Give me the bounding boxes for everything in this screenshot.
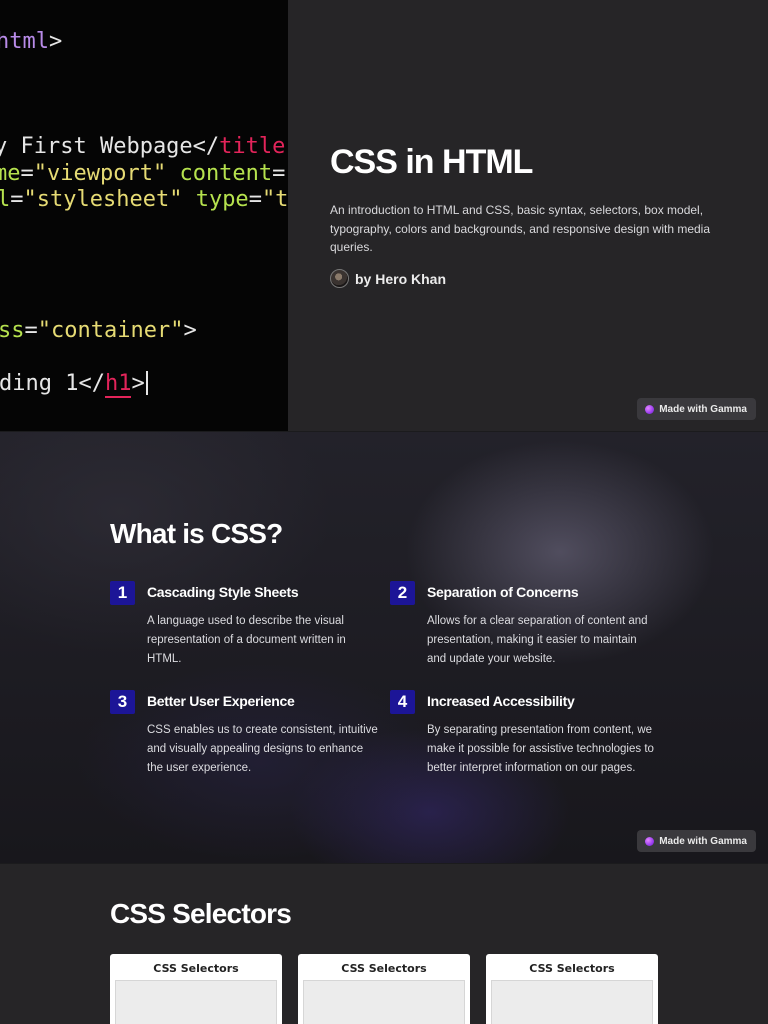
code-line: y First Webpage</title (0, 134, 285, 160)
code-token: l (0, 187, 11, 212)
code-line: me="viewport" content= (0, 161, 285, 187)
card-code-image (115, 980, 277, 1024)
code-token: title (219, 134, 286, 159)
code-token: > (48, 29, 63, 54)
code-token: y First Webpage</ (0, 134, 220, 159)
badge-label: Made with Gamma (659, 835, 747, 847)
code-token: = (20, 161, 34, 186)
code-token: = (248, 187, 262, 212)
point-text: CSS enables us to create consistent, int… (147, 724, 378, 774)
number-badge: 2 (390, 581, 415, 605)
point-text: A language used to describe the visual r… (147, 615, 346, 665)
code-token: "container" (37, 318, 184, 343)
number-badge: 3 (110, 690, 135, 714)
code-token: "stylesheet" (23, 187, 183, 212)
author-block: by Hero Khan (330, 269, 446, 288)
code-token: me (0, 161, 21, 186)
code-token: type (182, 187, 249, 212)
point-title: Separation of Concerns (427, 584, 579, 600)
point-title: Better User Experience (147, 693, 295, 709)
number-badge: 1 (110, 581, 135, 605)
gamma-logo-icon (645, 836, 655, 846)
code-line: ding 1</h1> (0, 371, 148, 398)
code-token: "t (261, 187, 288, 212)
card-code-image (491, 980, 653, 1024)
slide-css-selectors: CSS Selectors CSS Selectors CSS Selector… (0, 864, 768, 1024)
selector-card: CSS Selectors (110, 954, 282, 1024)
made-with-gamma-badge[interactable]: Made with Gamma (637, 830, 756, 852)
card-code-image (303, 980, 465, 1024)
number-badge: 4 (390, 690, 415, 714)
code-token: > (131, 371, 145, 396)
code-token: h1 (104, 371, 132, 398)
gamma-logo-icon (645, 404, 655, 414)
author-avatar (330, 269, 349, 288)
selector-card: CSS Selectors (486, 954, 658, 1024)
code-line: html> (0, 29, 62, 55)
code-token: = (272, 161, 286, 186)
point-title: Increased Accessibility (427, 693, 575, 709)
code-token: content (166, 161, 273, 186)
point-text: By separating presentation from content,… (427, 724, 654, 774)
slide-what-is-css: What is CSS? 1 Cascading Style Sheets A … (0, 432, 768, 863)
code-token: ss (0, 318, 25, 343)
code-token: html (0, 29, 49, 54)
badge-label: Made with Gamma (659, 403, 747, 415)
code-line: ss="container"> (0, 318, 197, 344)
author-name: by Hero Khan (355, 270, 447, 287)
slide-title: What is CSS? (110, 518, 283, 549)
point-text: Allows for a clear separation of content… (427, 615, 648, 665)
text-cursor (145, 371, 148, 395)
code-token: "viewport" (33, 161, 167, 186)
slide-css-in-html: html> y First Webpage</title me="viewpor… (0, 0, 768, 431)
slide-description: An introduction to HTML and CSS, basic s… (330, 203, 711, 254)
code-token: ding 1</ (0, 371, 105, 396)
code-line: l="stylesheet" type="t (0, 187, 288, 213)
made-with-gamma-badge[interactable]: Made with Gamma (637, 398, 756, 420)
card-title: CSS Selectors (529, 962, 615, 975)
card-title: CSS Selectors (153, 962, 239, 975)
point-title: Cascading Style Sheets (147, 584, 299, 600)
code-token: = (10, 187, 24, 212)
slide-title: CSS Selectors (110, 898, 292, 929)
code-screenshot-image: html> y First Webpage</title me="viewpor… (0, 0, 288, 431)
card-title: CSS Selectors (341, 962, 427, 975)
code-token: = (24, 318, 38, 343)
code-token: > (183, 318, 197, 343)
slide-title: CSS in HTML (330, 143, 533, 181)
selector-card: CSS Selectors (298, 954, 470, 1024)
